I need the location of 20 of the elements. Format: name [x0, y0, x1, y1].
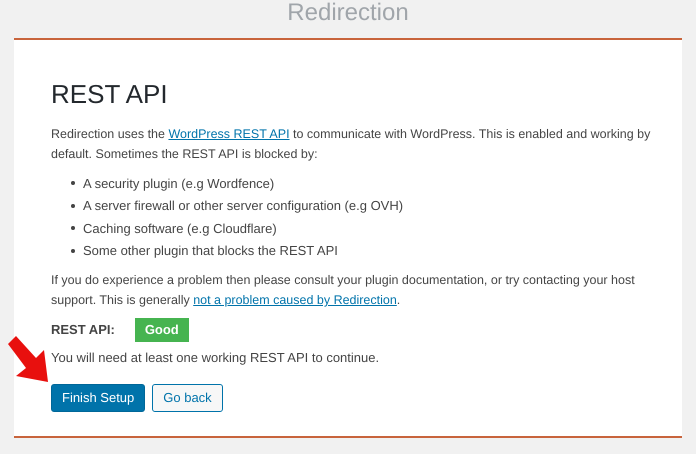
status-label: REST API: [51, 321, 115, 340]
bullet-icon [71, 248, 75, 253]
finish-setup-button[interactable]: Finish Setup [51, 384, 146, 412]
list-item: A security plugin (e.g Wordfence) [83, 174, 274, 193]
list-item: A server firewall or other server configuration (e.g OVH) [83, 197, 404, 215]
pointer-arrow-icon [6, 334, 50, 384]
text-link[interactable]: WordPress REST API [168, 127, 290, 141]
back-button[interactable]: Go back [152, 384, 223, 412]
requirement-note: You will need at least one working REST API to continue. [51, 349, 380, 367]
intro-paragraph: Redirection uses the WordPress REST API to communicate with WordPress. This is enabled and working by default. Sometimes the REST API is blocked by: [51, 126, 652, 163]
page-title: Redirection [287, 0, 409, 27]
advice-paragraph: If you do experience a problem then please consult your plugin documentation, or try contacting your host support. This is generally not a problem caused by Redirection. [51, 272, 636, 309]
text-link[interactable]: not a problem caused by Redirection [193, 293, 397, 307]
section-heading: REST API [51, 78, 169, 110]
bullet-icon [71, 226, 75, 230]
list-item: Caching software (e.g Cloudflare) [83, 220, 277, 238]
bullet-icon [71, 204, 75, 208]
status-badge: Good [134, 318, 189, 342]
bullet-icon [71, 181, 75, 186]
list-item: Some other plugin that blocks the REST API [83, 242, 338, 260]
